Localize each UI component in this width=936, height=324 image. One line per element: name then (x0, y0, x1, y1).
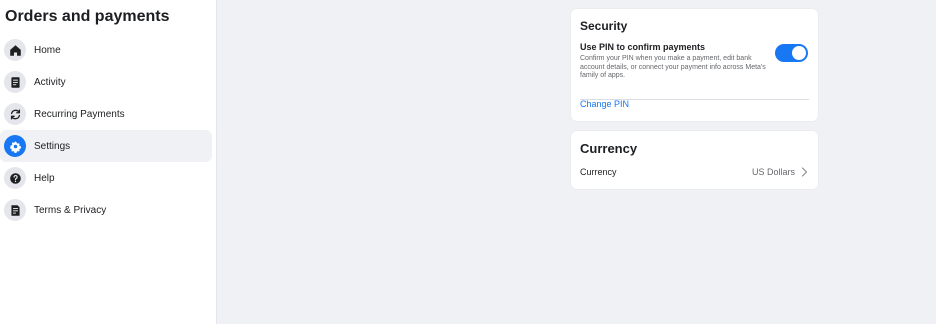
app-root: Orders and payments Home Activity Recurr… (0, 0, 936, 324)
currency-value: US Dollars (751, 167, 795, 177)
sidebar-title: Orders and payments (5, 8, 170, 25)
currency-heading: Currency (580, 141, 638, 156)
currency-value-wrap: US Dollars (752, 167, 808, 177)
sidebar-item-settings[interactable]: Settings (0, 130, 212, 162)
sidebar-item-label: Activity (34, 76, 66, 88)
document-icon (4, 199, 26, 221)
refresh-icon (4, 103, 26, 125)
pin-setting-description: Confirm your PIN when you make a payment… (580, 55, 766, 79)
currency-row[interactable]: Currency US Dollars (580, 167, 808, 177)
sidebar-item-terms-privacy[interactable]: Terms & Privacy (0, 194, 212, 226)
main-content: Security Use PIN to confirm payments Con… (217, 0, 936, 324)
chevron-right-icon (801, 167, 808, 177)
sidebar: Orders and payments Home Activity Recurr… (0, 0, 217, 324)
pin-setting-title: Use PIN to confirm payments (580, 42, 706, 52)
sidebar-item-label: Home (34, 44, 61, 56)
sidebar-item-label: Help (34, 172, 55, 184)
sidebar-item-recurring-payments[interactable]: Recurring Payments (0, 98, 212, 130)
pin-toggle[interactable] (775, 44, 808, 62)
currency-card: Currency Currency US Dollars (571, 131, 818, 189)
sidebar-item-label: Settings (34, 140, 71, 152)
currency-label: Currency (580, 167, 617, 177)
sidebar-item-label: Terms & Privacy (34, 204, 107, 216)
sidebar-item-home[interactable]: Home (0, 34, 212, 66)
help-icon (4, 167, 26, 189)
security-card: Security Use PIN to confirm payments Con… (571, 9, 818, 121)
gear-icon (4, 135, 26, 157)
sidebar-item-help[interactable]: Help (0, 162, 212, 194)
home-icon (4, 39, 26, 61)
sidebar-item-activity[interactable]: Activity (0, 66, 212, 98)
sidebar-item-label: Recurring Payments (34, 108, 125, 120)
pin-setting-row: Use PIN to confirm payments Confirm your… (580, 42, 808, 81)
receipt-icon (4, 71, 26, 93)
toggle-knob (792, 46, 806, 60)
security-heading: Security (580, 19, 628, 33)
change-pin-link[interactable]: Change PIN (580, 99, 629, 109)
